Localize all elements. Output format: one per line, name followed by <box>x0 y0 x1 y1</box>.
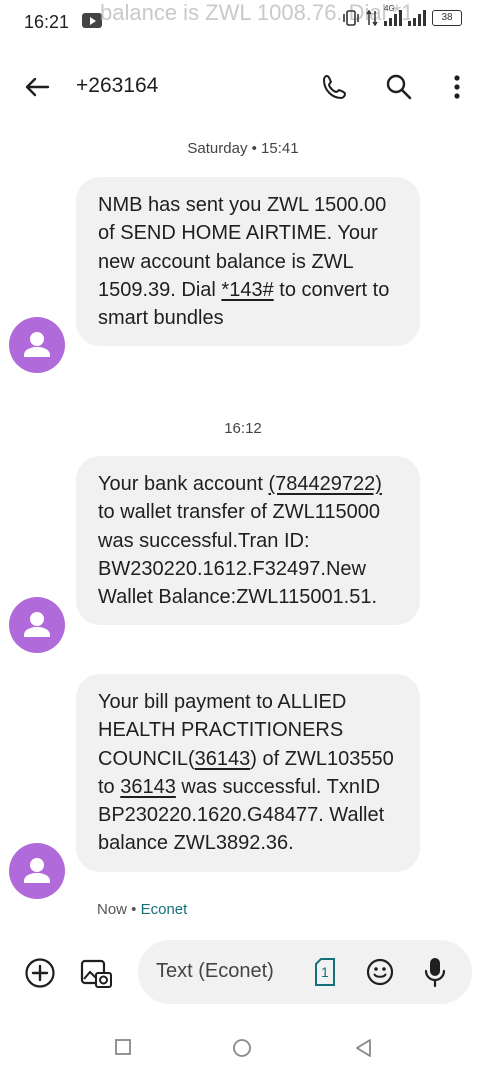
message-text: Your bank account <box>98 473 269 495</box>
add-attachment-icon[interactable] <box>24 957 56 989</box>
avatar[interactable] <box>9 317 65 373</box>
compose-placeholder: Text (Econet) <box>156 960 274 982</box>
message-timestamp: 16:12 <box>224 420 262 437</box>
search-icon[interactable] <box>384 72 414 102</box>
signal-4g: 4G <box>384 4 402 26</box>
gallery-icon[interactable] <box>78 955 114 991</box>
number-link[interactable]: 36143 <box>120 776 176 798</box>
battery-icon: 38 <box>432 10 462 26</box>
more-options-icon[interactable] <box>442 72 472 102</box>
message-compose-field[interactable]: Text (Econet) 1 <box>138 940 472 1004</box>
system-navigation-bar <box>0 1016 486 1080</box>
person-icon <box>24 332 50 357</box>
delivery-network: Econet <box>140 901 188 918</box>
delivery-time: Now <box>97 901 128 918</box>
sim-number: 1 <box>321 964 329 980</box>
message-timestamp: Saturday • 15:41 <box>187 140 299 157</box>
avatar[interactable] <box>9 843 65 899</box>
recents-icon[interactable] <box>114 1038 132 1056</box>
conversation-app-bar: +263164 <box>0 58 486 114</box>
status-bar: 16:21 balance is ZWL 1008.76. Dial *143#… <box>0 0 486 44</box>
back-arrow-icon[interactable] <box>22 72 52 102</box>
microphone-icon[interactable] <box>422 956 448 988</box>
back-nav-icon[interactable] <box>354 1038 374 1058</box>
network-type-label: 4G <box>384 4 395 13</box>
vibrate-icon <box>343 10 359 26</box>
message-bubble[interactable]: Your bank account (784429722) to wallet … <box>76 456 420 626</box>
message-bubble[interactable]: Your bill payment to ALLIED HEALTH PRACT… <box>76 674 420 872</box>
message-text: to wallet transfer of ZWL115000 was succ… <box>98 501 380 609</box>
ussd-link[interactable]: *143# <box>221 279 273 301</box>
home-icon[interactable] <box>232 1038 252 1058</box>
number-link[interactable]: 36143 <box>195 748 251 770</box>
avatar[interactable] <box>9 597 65 653</box>
emoji-icon[interactable] <box>366 958 394 986</box>
status-icons: 4G 38 <box>342 4 462 26</box>
message-bubble[interactable]: NMB has sent you ZWL 1500.00 of SEND HOM… <box>76 177 420 347</box>
person-icon <box>24 612 50 637</box>
status-time: 16:21 <box>24 12 70 32</box>
data-arrows-icon <box>366 10 378 26</box>
youtube-notification-icon <box>82 13 102 28</box>
account-number-link[interactable]: (784429722) <box>269 473 382 495</box>
delivery-separator: • <box>127 901 141 918</box>
phone-icon[interactable] <box>320 72 350 102</box>
conversation-title: +263164 <box>76 74 159 97</box>
delivery-status: Now • Econet <box>97 901 187 918</box>
person-icon <box>24 858 50 883</box>
signal-strength-icon-2 <box>408 10 426 26</box>
sim-selector[interactable]: 1 <box>314 958 336 986</box>
